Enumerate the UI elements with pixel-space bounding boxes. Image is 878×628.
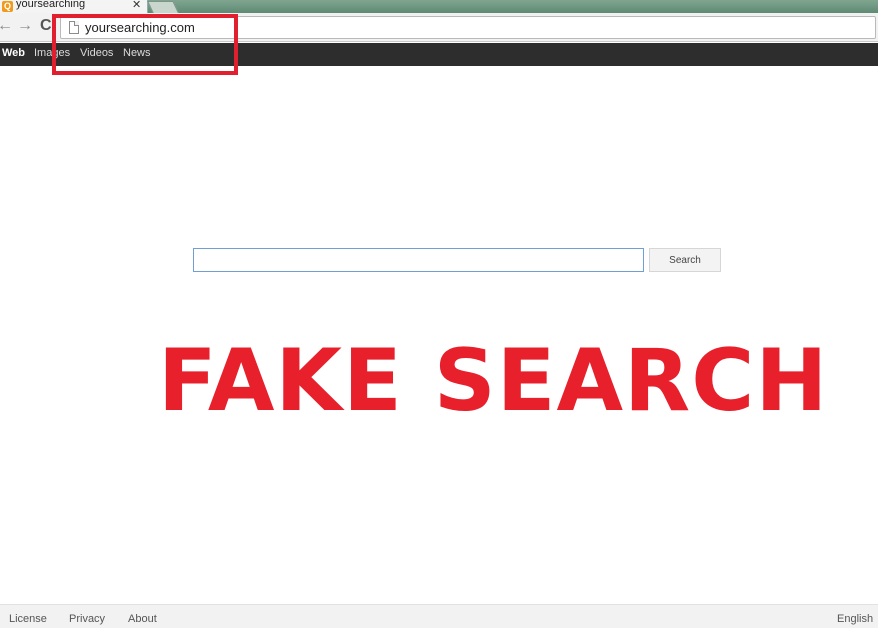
tab-title: yoursearching (16, 0, 86, 10)
site-nav-bar: Web Images Videos News (0, 43, 878, 66)
fake-search-overlay-text: FAKE SEARCH (158, 331, 829, 431)
close-icon[interactable]: ✕ (132, 0, 141, 11)
page-icon (69, 21, 79, 34)
nav-item-videos[interactable]: Videos (80, 47, 113, 59)
language-selector[interactable]: English (837, 613, 873, 625)
new-tab-button[interactable] (147, 1, 179, 13)
address-bar[interactable]: yoursearching.com (60, 16, 876, 39)
browser-tab-strip: Q yoursearching ✕ (0, 0, 878, 13)
address-bar-url[interactable]: yoursearching.com (85, 20, 195, 35)
footer-link-about[interactable]: About (128, 613, 157, 625)
back-arrow-icon[interactable]: ← (0, 16, 13, 36)
nav-item-web[interactable]: Web (2, 47, 25, 59)
search-button[interactable]: Search (649, 248, 721, 272)
footer-link-privacy[interactable]: Privacy (69, 613, 105, 625)
footer-link-license[interactable]: License (9, 613, 47, 625)
browser-tab[interactable]: Q yoursearching ✕ (0, 0, 148, 13)
search-input[interactable] (193, 248, 644, 272)
search-favicon-icon: Q (2, 1, 13, 12)
nav-item-news[interactable]: News (123, 47, 151, 59)
reload-icon[interactable]: C (40, 16, 52, 36)
nav-item-images[interactable]: Images (34, 47, 70, 59)
footer: License Privacy About English (0, 604, 878, 628)
browser-toolbar: ← → C yoursearching.com (0, 13, 878, 42)
forward-arrow-icon[interactable]: → (17, 16, 33, 36)
